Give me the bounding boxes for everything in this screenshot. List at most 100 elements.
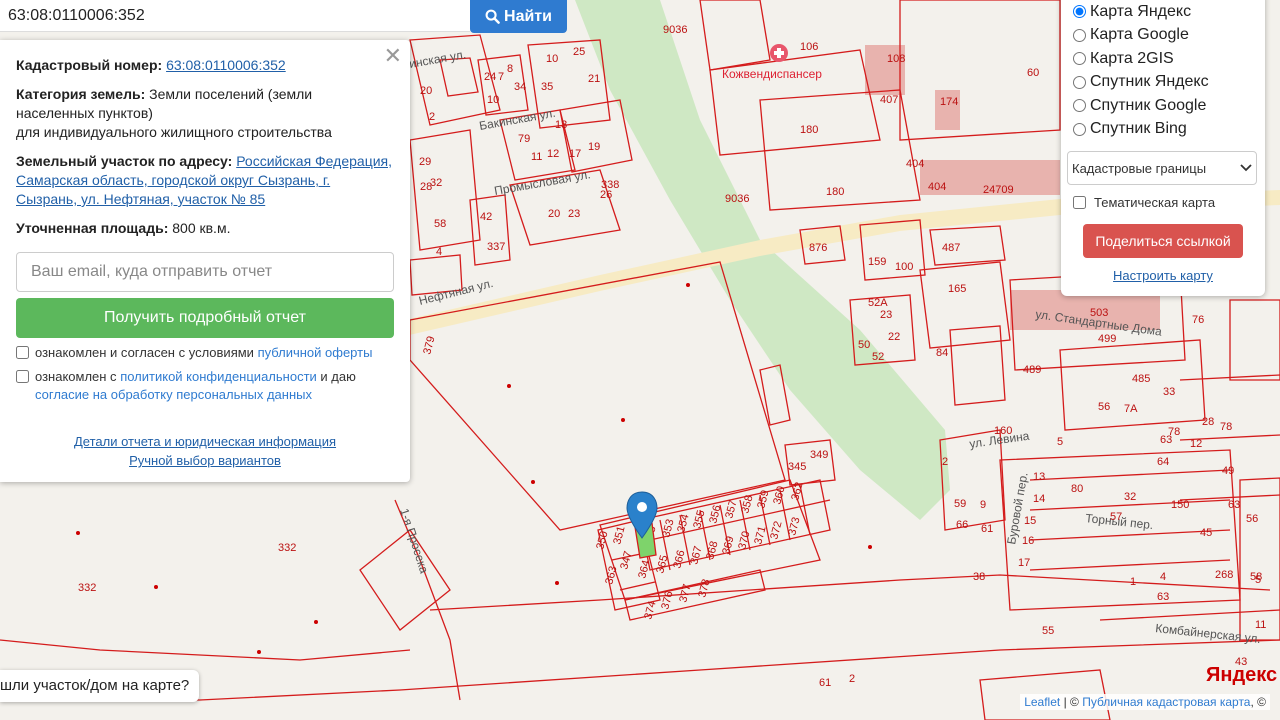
overlay-select[interactable]: Кадастровые границы xyxy=(1067,151,1257,185)
parcel-number-label: 7 xyxy=(498,71,504,83)
parcel-number-label: 4 xyxy=(1160,571,1166,583)
layer-option[interactable]: Спутник Google xyxy=(1067,94,1259,118)
thematic-map-checkbox[interactable] xyxy=(1073,196,1086,209)
parcel-number-label: 23 xyxy=(568,208,580,220)
overlay-select-value: Кадастровые границы xyxy=(1072,160,1207,176)
bottom-links: Детали отчета и юридическая информация Р… xyxy=(16,432,394,470)
share-link-button[interactable]: Поделиться ссылкой xyxy=(1083,224,1243,258)
parcel-number-label: 332 xyxy=(278,542,296,554)
category-label: Категория земель: xyxy=(16,86,146,102)
offer-consent-checkbox[interactable] xyxy=(16,346,29,359)
search-button-label: Найти xyxy=(504,7,552,25)
parcel-number-label: 17 xyxy=(569,148,581,160)
parcel-number-label: 10 xyxy=(487,94,499,106)
leaflet-link[interactable]: Leaflet xyxy=(1024,695,1060,709)
thematic-row: Тематическая карта xyxy=(1067,195,1259,210)
search-button[interactable]: Найти xyxy=(470,0,567,33)
parcel-number-label: 349 xyxy=(810,449,828,461)
parcel-number-label: 84 xyxy=(936,347,948,359)
parcel-number-label: 12 xyxy=(547,148,559,160)
parcel-number-label: 2 xyxy=(429,111,435,123)
parcel-number-label: 180 xyxy=(826,186,844,198)
parcel-number-label: 20 xyxy=(420,85,432,97)
layer-option-label: Карта 2GIS xyxy=(1090,49,1174,67)
category-use: для индивидуального жилищного строительс… xyxy=(16,124,332,140)
layer-radio[interactable] xyxy=(1073,122,1086,136)
layer-option[interactable]: Карта 2GIS xyxy=(1067,47,1259,71)
privacy-consent-checkbox[interactable] xyxy=(16,370,29,383)
parcel-number-label: 61 xyxy=(819,677,831,689)
privacy-consent-row: ознакомлен с политикой конфиденциальност… xyxy=(16,368,394,404)
thematic-map-label: Тематическая карта xyxy=(1094,195,1216,210)
layer-radio[interactable] xyxy=(1073,75,1086,89)
offer-consent-label: ознакомлен и согласен с условиями xyxy=(35,345,258,360)
chevron-down-icon xyxy=(1240,164,1252,172)
parcel-number-label: 407 xyxy=(880,94,898,106)
search-input[interactable] xyxy=(0,0,470,31)
layer-radio[interactable] xyxy=(1073,52,1086,66)
layer-option-label: Спутник Bing xyxy=(1090,120,1187,138)
area-row: Уточненная площадь: 800 кв.м. xyxy=(16,219,394,238)
parcel-number-label: 499 xyxy=(1098,333,1116,345)
layer-radio[interactable] xyxy=(1073,99,1086,113)
search-icon xyxy=(485,9,500,24)
public-cadastral-map-link[interactable]: Публичная кадастровая карта xyxy=(1082,695,1250,709)
parcel-number-label: 15 xyxy=(1024,515,1036,527)
parcel-number-label: 38 xyxy=(973,571,985,583)
parcel-number-label: 5 xyxy=(1255,574,1261,586)
parcel-number-label: 76 xyxy=(1192,314,1204,326)
category-row: Категория земель: Земли поселений (земли… xyxy=(16,85,394,142)
parcel-number-label: 45 xyxy=(1200,527,1212,539)
parcel-number-label: 35 xyxy=(541,81,553,93)
close-icon[interactable]: ✕ xyxy=(384,46,402,68)
parcel-number-label: 11 xyxy=(1255,619,1266,631)
parcel-number-label: 33 xyxy=(1163,386,1175,398)
parcel-number-label: 332 xyxy=(78,582,96,594)
parcel-number-label: 404 xyxy=(906,158,924,170)
parcel-number-label: 11 xyxy=(531,151,542,163)
parcel-number-label: 174 xyxy=(940,96,958,108)
configure-map-link[interactable]: Настроить карту xyxy=(1067,268,1259,283)
parcel-number-label: 150 xyxy=(1171,499,1189,511)
parcel-number-label: 489 xyxy=(1023,364,1041,376)
parcel-number-label: 19 xyxy=(588,141,600,153)
email-field[interactable] xyxy=(16,252,394,292)
privacy-consent-label: ознакомлен с xyxy=(35,369,121,384)
parcel-number-label: 56 xyxy=(1098,401,1110,413)
parcel-number-label: 9036 xyxy=(725,193,749,205)
privacy-policy-link[interactable]: политикой конфиденциальности xyxy=(120,369,317,384)
offer-consent-row: ознакомлен и согласен с условиями публич… xyxy=(16,344,394,362)
parcel-number-label: 60 xyxy=(1027,67,1039,79)
parcel-number-label: 63 xyxy=(1157,591,1169,603)
parcel-number-label: 29 xyxy=(419,156,431,168)
parcel-number-label: 25 xyxy=(573,46,585,58)
parcel-number-label: 8 xyxy=(507,63,513,75)
layer-option[interactable]: Спутник Яндекс xyxy=(1067,71,1259,95)
parcel-number-label: 503 xyxy=(1090,307,1108,319)
cadastral-row: Кадастровый номер: 63:08:0110006:352 xyxy=(16,56,394,75)
layer-radio[interactable] xyxy=(1073,28,1086,42)
parcel-number-label: 9 xyxy=(980,499,986,511)
found-on-map-tip[interactable]: шли участок/дом на карте? xyxy=(0,670,200,702)
personal-data-consent-link[interactable]: согласие на обработку персональных данны… xyxy=(35,387,312,402)
layers-panel: Карта Яндекс Карта Google Карта 2GIS Спутни… xyxy=(1061,0,1265,296)
layer-option[interactable]: Карта Яндекс xyxy=(1067,0,1259,24)
area-label: Уточненная площадь: xyxy=(16,220,169,236)
map-attribution: Leaflet | © Публичная кадастровая карта,… xyxy=(1020,694,1270,710)
offer-consent-text: ознакомлен и согласен с условиями публич… xyxy=(35,344,372,362)
layer-options: Карта Яндекс Карта Google Карта 2GIS Спутни… xyxy=(1067,0,1259,141)
layer-option[interactable]: Спутник Bing xyxy=(1067,118,1259,142)
parcel-number-label: 160 xyxy=(994,425,1012,437)
parcel-number-label: 59 xyxy=(954,498,966,510)
manual-selection-link[interactable]: Ручной выбор вариантов xyxy=(16,451,394,470)
parcel-number-label: 14 xyxy=(1033,493,1045,505)
report-details-link[interactable]: Детали отчета и юридическая информация xyxy=(16,432,394,451)
yandex-logo: Яндекс xyxy=(1206,664,1278,686)
parcel-number-label: 20 xyxy=(548,208,560,220)
cadastral-number-link[interactable]: 63:08:0110006:352 xyxy=(166,57,286,73)
parcel-number-label: 487 xyxy=(942,242,960,254)
layer-option[interactable]: Карта Google xyxy=(1067,24,1259,48)
public-offer-link[interactable]: публичной оферты xyxy=(258,345,373,360)
layer-radio[interactable] xyxy=(1073,5,1086,19)
get-report-button[interactable]: Получить подробный отчет xyxy=(16,298,394,338)
